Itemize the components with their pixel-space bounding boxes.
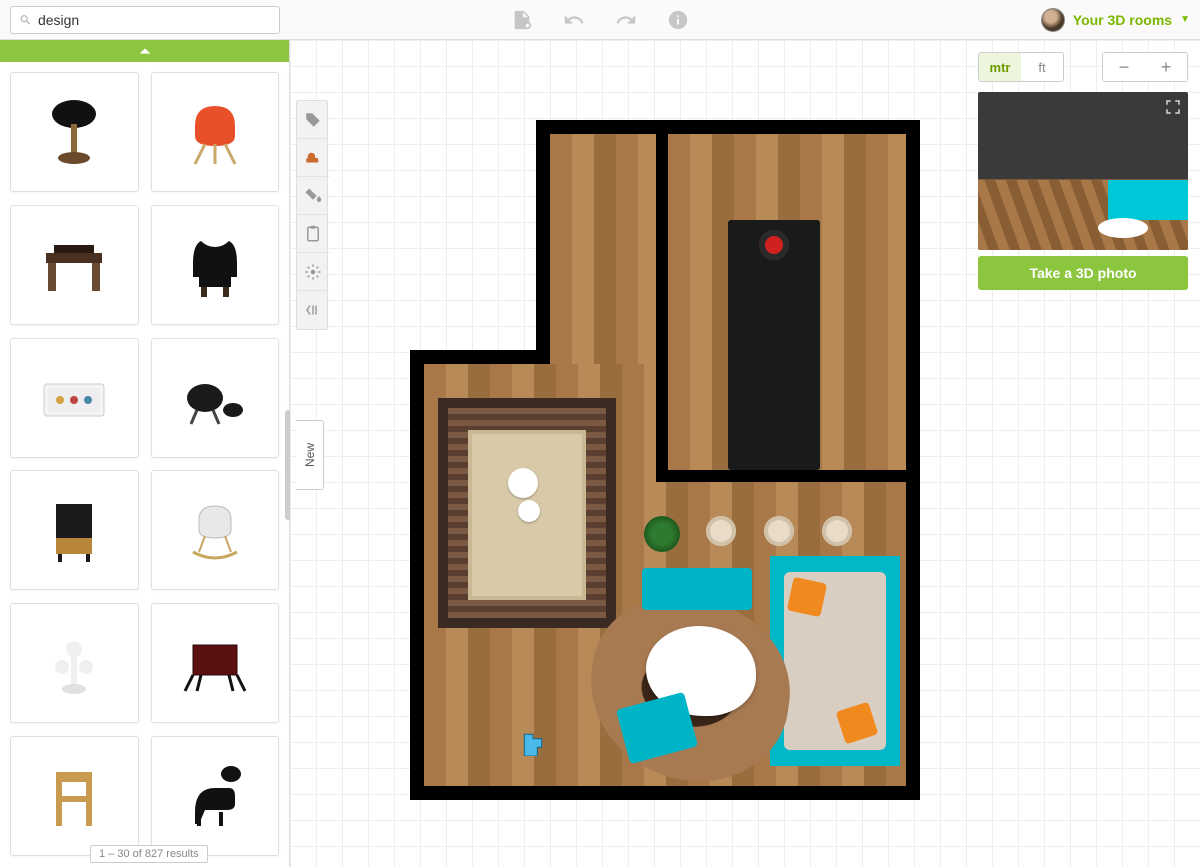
catalog-item-lounge-chair[interactable] bbox=[151, 338, 280, 458]
bar-stool[interactable] bbox=[764, 516, 794, 546]
undo-icon[interactable] bbox=[563, 9, 585, 31]
collapse-rail-tool[interactable] bbox=[297, 291, 329, 329]
catalog-grid[interactable] bbox=[0, 62, 289, 867]
zoom-control: − + bbox=[1102, 52, 1188, 82]
account-menu[interactable]: Your 3D rooms ▼ bbox=[1041, 8, 1190, 32]
bar-stool[interactable] bbox=[706, 516, 736, 546]
catalog-item-desk[interactable] bbox=[10, 205, 139, 325]
info-icon[interactable] bbox=[667, 9, 689, 31]
preview-table bbox=[1098, 218, 1148, 238]
catalog-item-candelabra[interactable] bbox=[10, 603, 139, 723]
wall[interactable] bbox=[906, 460, 920, 800]
catalog-item-campaign-chest[interactable] bbox=[151, 603, 280, 723]
preview-sofa bbox=[1108, 180, 1188, 220]
unit-toggle: mtr ft bbox=[978, 52, 1064, 82]
hob-icon bbox=[759, 230, 789, 260]
plant[interactable] bbox=[644, 516, 680, 552]
catalog-item-wingback-chair[interactable] bbox=[151, 205, 280, 325]
settings-tool[interactable] bbox=[297, 253, 329, 291]
zoom-in-button[interactable]: + bbox=[1145, 53, 1187, 81]
top-bar: Your 3D rooms ▼ bbox=[0, 0, 1200, 40]
catalog-sidebar: 1 – 30 of 827 results bbox=[0, 40, 290, 867]
clipboard-tool[interactable] bbox=[297, 215, 329, 253]
furniture-tool[interactable] bbox=[297, 139, 329, 177]
rooms-dropdown-label: Your 3D rooms bbox=[1073, 12, 1172, 28]
wall[interactable] bbox=[656, 470, 918, 482]
take-3d-photo-button[interactable]: Take a 3D photo bbox=[978, 256, 1188, 290]
wall[interactable] bbox=[540, 120, 920, 134]
search-input[interactable] bbox=[38, 12, 271, 28]
new-tab-label: New bbox=[303, 443, 317, 467]
new-doc-icon[interactable] bbox=[511, 9, 533, 31]
catalog-item-cabinet[interactable] bbox=[10, 470, 139, 590]
floorplan[interactable] bbox=[410, 120, 920, 800]
wall[interactable] bbox=[656, 120, 668, 480]
placement-cursor-icon bbox=[520, 730, 546, 756]
unit-metric-button[interactable]: mtr bbox=[979, 53, 1021, 81]
expand-icon[interactable] bbox=[1164, 98, 1182, 116]
search-icon bbox=[19, 13, 32, 27]
catalog-item-eames-chair[interactable] bbox=[151, 72, 280, 192]
right-panel: mtr ft − + Take a 3D photo bbox=[978, 52, 1188, 290]
teal-bench[interactable] bbox=[642, 568, 752, 610]
redo-icon[interactable] bbox=[615, 9, 637, 31]
bar-stool[interactable] bbox=[822, 516, 852, 546]
cushion[interactable] bbox=[787, 577, 827, 617]
chevron-down-icon: ▼ bbox=[1180, 14, 1190, 25]
plate-icon bbox=[508, 468, 538, 498]
sidebar-collapse-button[interactable] bbox=[0, 40, 289, 62]
search-field[interactable] bbox=[10, 6, 280, 34]
catalog-item-rocking-chair[interactable] bbox=[151, 470, 280, 590]
user-avatar bbox=[1041, 8, 1065, 32]
new-project-tab[interactable]: New bbox=[296, 420, 324, 490]
kitchen-island[interactable] bbox=[728, 220, 820, 470]
catalog-item-horse-lamp[interactable] bbox=[151, 736, 280, 856]
chevron-up-icon bbox=[137, 46, 153, 56]
wall[interactable] bbox=[410, 350, 540, 364]
paint-tool[interactable] bbox=[297, 177, 329, 215]
wall[interactable] bbox=[536, 120, 550, 364]
unit-imperial-button[interactable]: ft bbox=[1021, 53, 1063, 81]
wall[interactable] bbox=[906, 120, 920, 480]
plate-icon bbox=[518, 500, 540, 522]
zoom-out-button[interactable]: − bbox=[1103, 53, 1145, 81]
wall[interactable] bbox=[410, 786, 920, 800]
catalog-item-sideboard[interactable] bbox=[10, 338, 139, 458]
floor-hall bbox=[550, 134, 656, 364]
3d-preview[interactable] bbox=[978, 92, 1188, 250]
catalog-item-wooden-armchair[interactable] bbox=[10, 736, 139, 856]
top-toolbar bbox=[511, 9, 689, 31]
results-count: 1 – 30 of 827 results bbox=[90, 845, 208, 863]
wall[interactable] bbox=[410, 350, 424, 800]
tool-rail bbox=[296, 100, 328, 330]
walls-tool[interactable] bbox=[297, 101, 329, 139]
catalog-item-table-lamp[interactable] bbox=[10, 72, 139, 192]
